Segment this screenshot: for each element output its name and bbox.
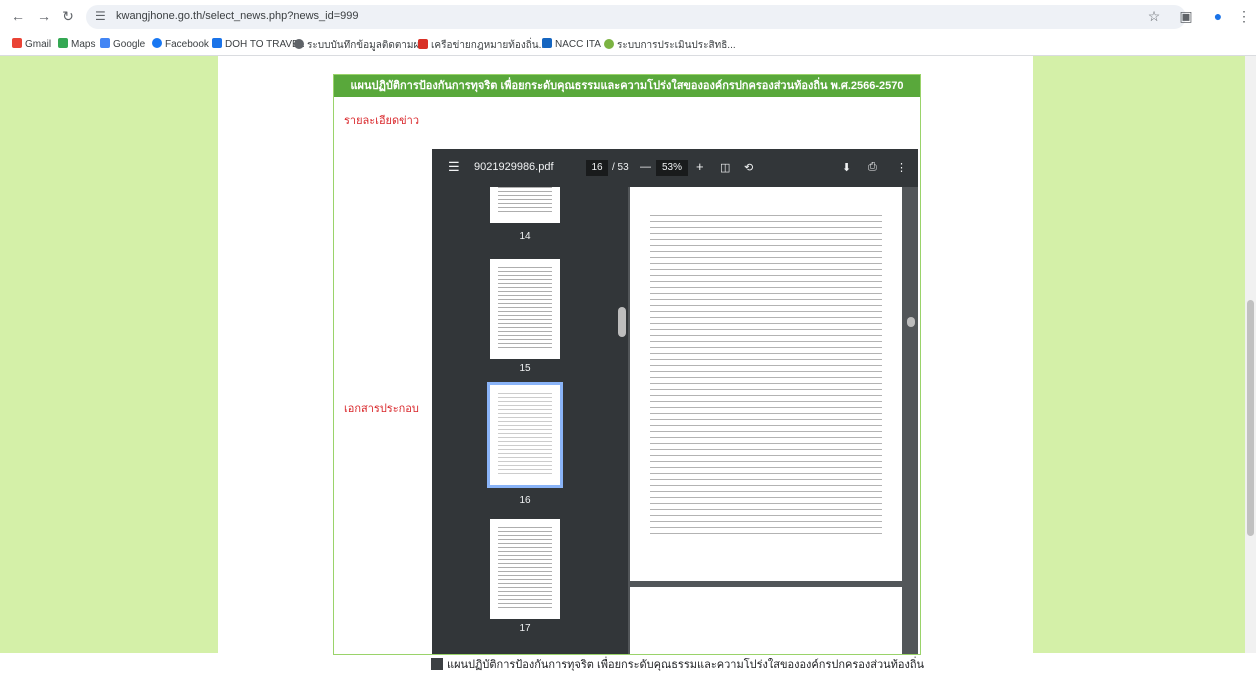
- pdf-filename: 9021929986.pdf: [474, 161, 554, 173]
- arrow-right-icon[interactable]: →: [36, 8, 52, 24]
- pdf-toolbar: ☰ 9021929986.pdf 16 / 53 — 53% + ◫ ⟲ ⬇ ⎙…: [432, 149, 918, 187]
- thumbnail-number: 16: [519, 495, 531, 506]
- thumbnail-number: 17: [519, 623, 531, 634]
- address-bar[interactable]: ☰ kwangjhone.go.th/select_news.php?news_…: [86, 5, 1186, 29]
- doh-icon: [212, 38, 222, 48]
- bookmark-doh[interactable]: DOH TO TRAVEL: [212, 38, 304, 50]
- zoom-in-icon[interactable]: +: [696, 159, 704, 174]
- left-side-panel: [0, 56, 218, 653]
- arrow-left-icon[interactable]: ←: [10, 8, 26, 24]
- bookmark-facebook[interactable]: Facebook: [152, 38, 209, 50]
- globe-icon: [294, 39, 304, 49]
- profile-icon[interactable]: ●: [1210, 8, 1226, 24]
- bookmark-law[interactable]: เครือข่ายกฎหมายท้องถิ่น...: [418, 38, 547, 53]
- thumbnail-number: 14: [519, 231, 531, 242]
- news-detail-label: รายละเอียดข่าว: [344, 115, 420, 127]
- rotate-icon[interactable]: ⟲: [744, 161, 753, 174]
- thumbnail-page[interactable]: [490, 519, 560, 619]
- star-icon[interactable]: ☆: [1146, 8, 1162, 24]
- page-content: แผนปฏิบัติการป้องกันการทุจริต เพื่อยกระด…: [0, 56, 1256, 671]
- nacc-icon: [542, 38, 552, 48]
- bookmark-maps[interactable]: Maps: [58, 38, 95, 50]
- print-icon[interactable]: ⎙: [868, 161, 877, 174]
- thumbnail-page[interactable]: [490, 187, 560, 223]
- thumbnail-number: 15: [519, 363, 531, 374]
- page-scrollbar[interactable]: [1245, 56, 1256, 653]
- url-text: kwangjhone.go.th/select_news.php?news_id…: [116, 10, 359, 22]
- more-vert-icon[interactable]: ⋮: [896, 161, 907, 174]
- puzzle-icon[interactable]: ▣: [1178, 8, 1194, 24]
- maps-icon: [58, 38, 68, 48]
- bookmark-google[interactable]: Google: [100, 38, 145, 50]
- fit-page-icon[interactable]: ◫: [720, 161, 730, 174]
- news-card: แผนปฏิบัติการป้องกันการทุจริต เพื่อยกระด…: [333, 74, 924, 671]
- menu-icon[interactable]: ☰: [448, 159, 460, 175]
- attachment-label: เอกสารประกอบ: [344, 403, 419, 415]
- news-header: แผนปฏิบัติการป้องกันการทุจริต เพื่อยกระด…: [334, 75, 920, 97]
- bookmark-gmail[interactable]: Gmail: [12, 38, 51, 50]
- tune-icon[interactable]: ☰: [95, 9, 106, 23]
- thumbnail-sidebar[interactable]: 14 15 16 17: [432, 187, 628, 654]
- viewer-scrollbar[interactable]: [907, 317, 915, 327]
- bookmarks-bar: Gmail Maps Google Facebook DOH TO TRAVEL…: [0, 33, 1256, 56]
- pdf-page: [630, 187, 902, 581]
- right-side-panel: [1033, 56, 1245, 653]
- reload-icon[interactable]: ↻: [60, 8, 76, 24]
- file-title: แผนปฏิบัติการป้องกันการทุจริต เพื่อยกระด…: [431, 655, 924, 673]
- browser-toolbar: ← → ↻ ☰ kwangjhone.go.th/select_news.php…: [0, 0, 1256, 33]
- evaluation-icon: [604, 39, 614, 49]
- zoom-out-icon[interactable]: —: [640, 161, 651, 173]
- thumbnail-scrollbar[interactable]: [618, 307, 626, 337]
- bookmark-evaluation[interactable]: ระบบการประเมินประสิทธิ...: [604, 38, 736, 53]
- thumbnail-page[interactable]: [490, 259, 560, 359]
- pdf-page-viewer[interactable]: [628, 187, 918, 654]
- bookmark-nacc[interactable]: NACC ITA: [542, 38, 601, 50]
- page-total: / 53: [612, 162, 629, 173]
- law-icon: [418, 39, 428, 49]
- google-icon: [100, 38, 110, 48]
- download-icon[interactable]: ⬇: [842, 161, 851, 174]
- facebook-icon: [152, 38, 162, 48]
- page-scrollbar-thumb[interactable]: [1247, 300, 1254, 536]
- more-vert-icon[interactable]: ⋮: [1236, 8, 1252, 24]
- thumbnail-page-selected[interactable]: [487, 382, 563, 488]
- page-number-input[interactable]: 16: [586, 160, 608, 176]
- pdf-viewer[interactable]: ☰ 9021929986.pdf 16 / 53 — 53% + ◫ ⟲ ⬇ ⎙…: [432, 149, 918, 654]
- zoom-input[interactable]: 53%: [656, 160, 688, 176]
- pdf-page: [630, 587, 902, 654]
- save-icon: [431, 658, 443, 670]
- bookmark-tracking[interactable]: ระบบบันทึกข้อมูลติดตามผ...: [294, 38, 428, 53]
- gmail-icon: [12, 38, 22, 48]
